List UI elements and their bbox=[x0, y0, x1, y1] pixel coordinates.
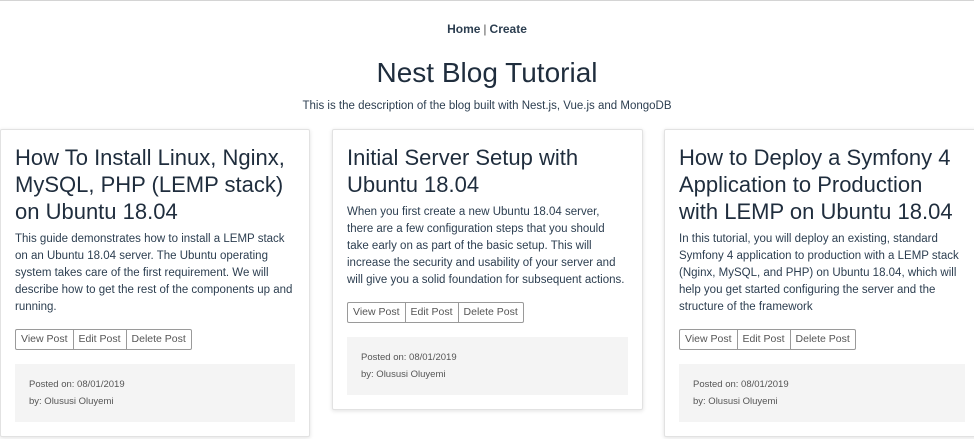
post-description: When you first create a new Ubuntu 18.04… bbox=[347, 206, 625, 286]
post-card-body: Initial Server Setup with Ubuntu 18.04 W… bbox=[333, 130, 642, 323]
page-title: Nest Blog Tutorial bbox=[376, 57, 598, 88]
view-post-button[interactable]: View Post bbox=[15, 329, 74, 350]
post-footer: Posted on: 08/01/2019 by: Olususi Oluyem… bbox=[679, 364, 965, 422]
nav-create-link[interactable]: Create bbox=[490, 22, 527, 36]
post-date: Posted on: 08/01/2019 bbox=[361, 352, 457, 363]
post-card-body: How to Deploy a Symfony 4 Application to… bbox=[665, 130, 974, 350]
post-title: Initial Server Setup with Ubuntu 18.04 bbox=[347, 145, 579, 197]
top-nav: Home | Create bbox=[0, 22, 974, 36]
post-actions: View Post Edit Post Delete Post bbox=[347, 302, 524, 323]
post-actions: View Post Edit Post Delete Post bbox=[679, 329, 856, 350]
delete-post-button[interactable]: Delete Post bbox=[125, 329, 192, 350]
post-author: by: Olususi Oluyemi bbox=[693, 396, 778, 407]
edit-post-button[interactable]: Edit Post bbox=[736, 329, 791, 350]
post-author: by: Olususi Oluyemi bbox=[29, 396, 114, 407]
post-title: How to Deploy a Symfony 4 Application to… bbox=[679, 145, 953, 224]
edit-post-button[interactable]: Edit Post bbox=[404, 302, 459, 323]
post-title: How To Install Linux, Nginx, MySQL, PHP … bbox=[15, 145, 285, 224]
post-card-body: How To Install Linux, Nginx, MySQL, PHP … bbox=[1, 130, 309, 350]
post-card: How to Deploy a Symfony 4 Application to… bbox=[664, 129, 974, 437]
post-date: Posted on: 08/01/2019 bbox=[29, 379, 125, 390]
post-author: by: Olususi Oluyemi bbox=[361, 369, 446, 380]
delete-post-button[interactable]: Delete Post bbox=[789, 329, 856, 350]
nav-home-link[interactable]: Home bbox=[447, 22, 480, 36]
edit-post-button[interactable]: Edit Post bbox=[72, 329, 127, 350]
top-border bbox=[0, 0, 974, 1]
view-post-button[interactable]: View Post bbox=[679, 329, 738, 350]
post-card: How To Install Linux, Nginx, MySQL, PHP … bbox=[0, 129, 310, 437]
post-description: In this tutorial, you will deploy an exi… bbox=[679, 233, 959, 313]
post-card: Initial Server Setup with Ubuntu 18.04 W… bbox=[332, 129, 643, 410]
page-description: This is the description of the blog buil… bbox=[302, 100, 672, 112]
post-footer: Posted on: 08/01/2019 by: Olususi Oluyem… bbox=[347, 337, 628, 395]
post-date: Posted on: 08/01/2019 bbox=[693, 379, 789, 390]
nav-separator: | bbox=[483, 22, 487, 36]
post-footer: Posted on: 08/01/2019 by: Olususi Oluyem… bbox=[15, 364, 295, 422]
post-actions: View Post Edit Post Delete Post bbox=[15, 329, 192, 350]
post-description: This guide demonstrates how to install a… bbox=[15, 233, 293, 313]
view-post-button[interactable]: View Post bbox=[347, 302, 406, 323]
delete-post-button[interactable]: Delete Post bbox=[457, 302, 524, 323]
